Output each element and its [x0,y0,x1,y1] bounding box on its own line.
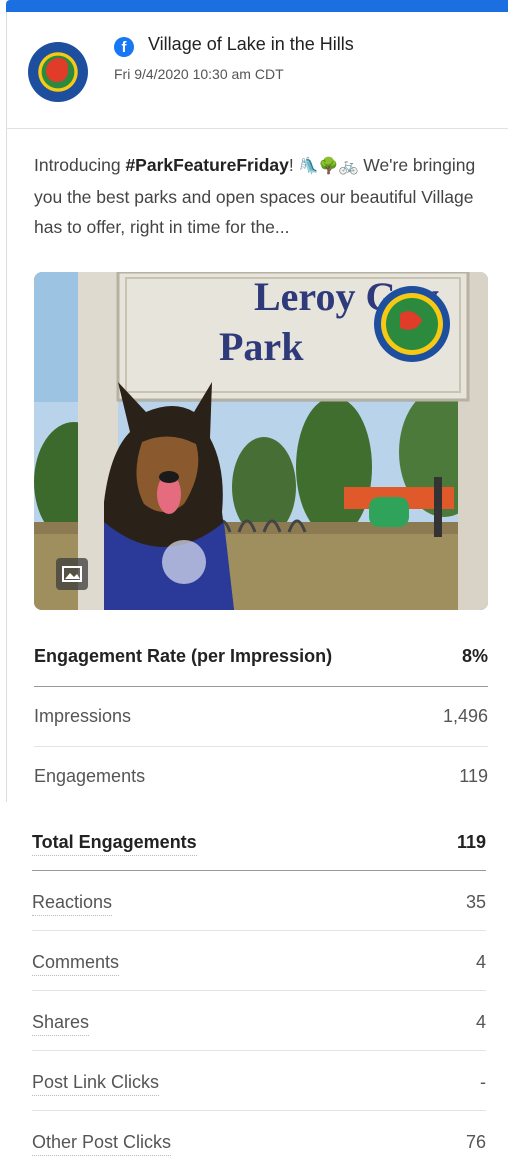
metric-value: 1,496 [442,706,488,726]
metric-row-impressions: Impressions 1,496 [34,688,488,747]
metric-label[interactable]: Shares [32,1012,90,1036]
metric-value: 4 [475,952,486,972]
avatar-logo-mark [46,58,68,82]
metric-row-comments: Comments 4 [32,932,486,991]
metric-row-reactions: Reactions 35 [32,872,486,931]
metric-label[interactable]: Total Engagements [32,832,197,856]
page-avatar[interactable] [28,42,88,102]
metric-value: 8% [461,646,488,666]
sign-text-line2: Park [219,324,304,369]
metric-row-shares: Shares 4 [32,992,486,1051]
metric-value: - [480,1072,486,1092]
image-icon [56,558,88,590]
post-timestamp: Fri 9/4/2020 10:30 am CDT [114,66,284,82]
metric-row-engagements: Engagements 119 [34,748,488,806]
metric-label: Engagement Rate (per Impression) [34,646,333,666]
metric-label[interactable]: Comments [32,952,120,976]
emoji-group: 🛝🌳🚲 [298,158,359,175]
metric-row-engagement-rate: Engagement Rate (per Impression) 8% [34,628,488,687]
caption-intro: Introducing [34,155,126,175]
metric-value: 4 [475,1012,486,1032]
post-caption: Introducing #ParkFeatureFriday! 🛝🌳🚲 We'r… [34,150,494,242]
facebook-icon: f [114,37,134,57]
metric-value: 76 [465,1132,486,1152]
metric-value: 35 [465,892,486,912]
metric-value: 119 [459,766,488,786]
metric-row-other-post-clicks: Other Post Clicks 76 [32,1112,486,1170]
caption-exclaim: ! [288,155,299,175]
hashtag-link[interactable]: #ParkFeatureFriday [125,155,288,175]
metric-label[interactable]: Post Link Clicks [32,1072,160,1096]
metric-row-total-engagements: Total Engagements 119 [32,812,486,871]
page-name[interactable]: Village of Lake in the Hills [148,34,354,55]
park-photo-illustration: Leroy Guy Park [34,272,488,610]
metric-label[interactable]: Reactions [32,892,113,916]
metric-label[interactable]: Other Post Clicks [32,1132,172,1156]
metric-label: Engagements [34,766,146,786]
metric-value: 119 [456,832,486,852]
post-header: f Village of Lake in the Hills Fri 9/4/2… [6,14,508,129]
metric-row-post-link-clicks: Post Link Clicks - [32,1052,486,1111]
metric-label: Impressions [34,706,132,726]
post-photo[interactable]: Leroy Guy Park [34,272,488,610]
